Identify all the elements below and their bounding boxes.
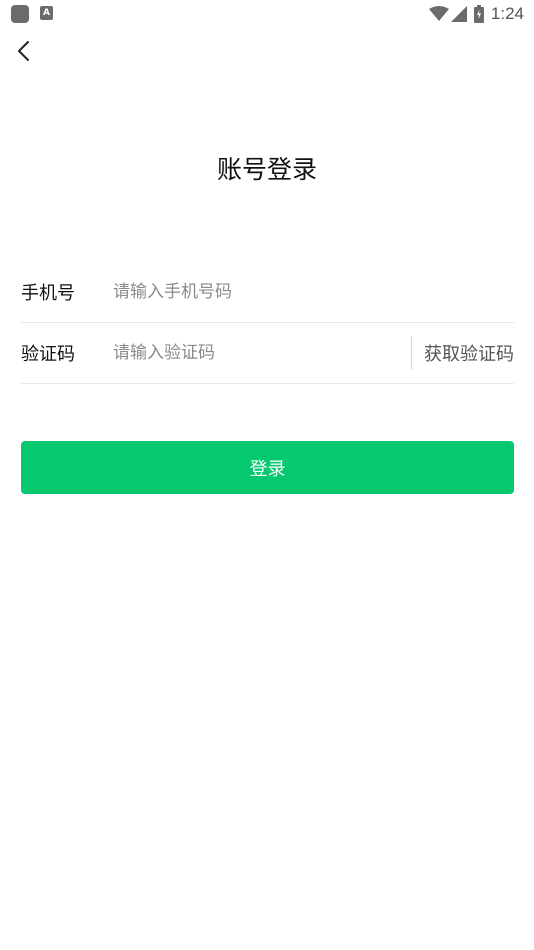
login-button[interactable]: 登录 [21,441,514,494]
code-label: 验证码 [21,344,75,365]
phone-input[interactable] [113,272,514,312]
code-row: 验证码 获取验证码 [21,323,514,384]
code-input[interactable] [113,333,411,373]
wifi-icon [428,6,449,22]
a-icon: A [40,6,53,20]
status-time: 1:24 [490,4,524,23]
back-button[interactable] [10,36,38,66]
chevron-left-icon [18,41,29,61]
battery-icon [473,5,484,23]
signal-icon [450,6,467,22]
phone-label: 手机号 [21,283,75,304]
phone-row: 手机号 [21,262,514,323]
app-icon [11,5,29,23]
status-indicators: 1:24 [428,2,524,26]
login-form: 手机号 验证码 获取验证码 [21,262,514,384]
vertical-divider [411,336,412,370]
get-code-button[interactable]: 获取验证码 [424,340,514,366]
page-title: 账号登录 [216,155,317,184]
status-bar: A 1:24 [0,0,534,28]
